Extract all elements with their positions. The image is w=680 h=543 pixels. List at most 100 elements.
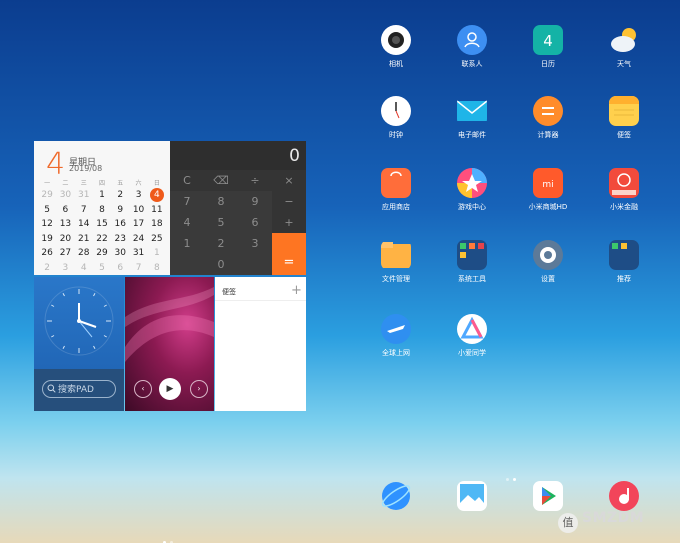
calendar-day-number: 3	[62, 262, 69, 273]
app-label: 设置	[541, 275, 555, 283]
calendar-day-cell: 2	[38, 261, 56, 276]
calendar-day-number: 27	[59, 248, 72, 258]
app-game-center[interactable]: 游戏中心	[442, 168, 502, 228]
notes-add-button[interactable]: +	[291, 283, 302, 298]
calendar-weekday-header: 一	[44, 180, 51, 187]
calculator-key[interactable]: 4	[170, 212, 204, 233]
app-weather[interactable]: 天气	[594, 25, 654, 85]
page-dot	[513, 478, 516, 481]
calendar-day-number: 1	[153, 248, 160, 258]
calendar-day-cell: 23	[111, 232, 129, 247]
calculator-icon	[533, 96, 563, 126]
calendar-day-number: 8	[99, 204, 105, 215]
calculator-widget[interactable]: 0 C ⌫ ÷ × 7 8 9−4 5 6 +1 2 3 0 =	[170, 141, 306, 275]
calculator-key[interactable]: +	[272, 212, 306, 233]
calculator-key[interactable]: 3	[238, 233, 272, 254]
calendar-day-cell: 7	[129, 261, 147, 276]
app-label: 全球上网	[382, 349, 410, 357]
app-label: 推荐	[617, 275, 631, 283]
music-next-button[interactable]: ›	[190, 380, 208, 398]
calculator-key[interactable]: C	[170, 170, 204, 191]
calendar-day-number: 13	[59, 219, 72, 229]
calculator-display-value: 0	[289, 146, 300, 166]
calendar-day-cell: 8	[93, 203, 111, 218]
dock-app-browser[interactable]	[366, 481, 426, 541]
app-notes[interactable]: 便签	[594, 96, 654, 156]
calculator-key[interactable]: 7	[170, 191, 204, 212]
calendar-day-cell: 7	[75, 203, 93, 218]
calculator-key[interactable]: 1	[170, 233, 204, 254]
calendar-day-cell: 22	[93, 232, 111, 247]
app-recommend[interactable]: 推荐	[594, 240, 654, 300]
notes-widget-title: 便签	[222, 288, 236, 296]
music-play-button[interactable]: ▶	[159, 378, 181, 400]
app-app-store[interactable]: 应用商店	[366, 168, 426, 228]
calendar-day-number: 2	[117, 190, 124, 200]
calendar-widget[interactable]: 4 星期日 2019/08 一二三四五六日 29 30 31 1 2 3 4 5 6 7 8 9 10 11…	[34, 141, 170, 275]
calendar-day-cell: 28	[75, 246, 93, 261]
gallery-icon	[457, 481, 487, 511]
calculator-key[interactable]	[170, 254, 204, 275]
app-global-internet[interactable]: 全球上网	[366, 314, 426, 374]
calculator-key[interactable]: 9	[238, 191, 272, 212]
app-label: 计算器	[537, 131, 559, 139]
app-calendar[interactable]: 4 日历	[518, 25, 578, 85]
calendar-day-cell: 5	[93, 261, 111, 276]
calculator-key[interactable]: ×	[272, 170, 306, 191]
app-camera[interactable]: 相机	[366, 25, 426, 85]
search-placeholder: 搜索PAD	[58, 385, 94, 395]
calculator-key[interactable]: 2	[204, 233, 238, 254]
calculator-key[interactable]: 5	[204, 212, 238, 233]
app-calculator[interactable]: 计算器	[518, 96, 578, 156]
system-tools-icon	[457, 240, 487, 270]
app-settings[interactable]: 设置	[518, 240, 578, 300]
calendar-day-cell: 15	[93, 217, 111, 232]
app-mi-finance[interactable]: 小米金融	[594, 168, 654, 228]
app-clock[interactable]: 时钟	[366, 96, 426, 156]
calculator-key[interactable]: ÷	[238, 170, 272, 191]
calculator-key[interactable]: −	[272, 191, 306, 212]
calendar-day-cell: 1	[93, 188, 111, 203]
app-xiaoai[interactable]: 小爱同学	[442, 314, 502, 374]
calendar-day-cell: 11	[148, 203, 166, 218]
app-contacts[interactable]: 联系人	[442, 25, 502, 85]
calendar-day-number: 24	[132, 233, 145, 244]
calendar-day-number: 10	[132, 204, 145, 215]
notes-divider	[215, 300, 306, 301]
calculator-key[interactable]	[238, 254, 272, 275]
calendar-day-cell: 8	[148, 261, 166, 276]
calendar-day-number: 7	[80, 204, 87, 215]
calculator-key[interactable]: 0	[204, 254, 238, 275]
app-mail[interactable]: 电子邮件	[442, 96, 502, 156]
calculator-key[interactable]: 8	[204, 191, 238, 212]
calculator-equals-button[interactable]: =	[272, 233, 306, 275]
app-mi-store[interactable]: mi 小米商城HD	[518, 168, 578, 228]
calculator-key[interactable]: 6	[238, 212, 272, 233]
calendar-day-cell: 31	[75, 188, 93, 203]
calendar-day-number: 29	[96, 248, 108, 258]
calendar-day-number: 31	[77, 190, 90, 200]
calendar-day: 4	[46, 147, 66, 182]
weather-icon	[609, 25, 639, 55]
browser-icon	[381, 481, 411, 511]
calendar-day-cell: 25	[148, 232, 166, 247]
calendar-month: 2019/08	[69, 164, 103, 173]
music-prev-button[interactable]: ‹	[134, 380, 152, 398]
calendar-day-number: 18	[151, 219, 163, 229]
calendar-weekday-header: 六	[135, 180, 142, 187]
app-label: 小爱同学	[458, 349, 486, 357]
calendar-day-number: 29	[41, 190, 53, 200]
calculator-key[interactable]: ⌫	[204, 170, 238, 191]
calendar-weekday-header: 四	[98, 180, 105, 187]
app-system-tools[interactable]: 系统工具	[442, 240, 502, 300]
calendar-day-cell: 30	[56, 188, 74, 203]
app-file-manager[interactable]: 文件管理	[366, 240, 426, 300]
calendar-day-number: 6	[117, 262, 124, 273]
app-label: 便签	[617, 131, 631, 139]
app-store-icon	[381, 168, 411, 198]
calendar-day-cell: 4	[75, 261, 93, 276]
dock-app-gallery[interactable]	[442, 481, 502, 541]
app-label: 文件管理	[382, 275, 410, 283]
calendar-day-number: 6	[62, 204, 69, 215]
calendar-day-cell: 16	[111, 217, 129, 232]
